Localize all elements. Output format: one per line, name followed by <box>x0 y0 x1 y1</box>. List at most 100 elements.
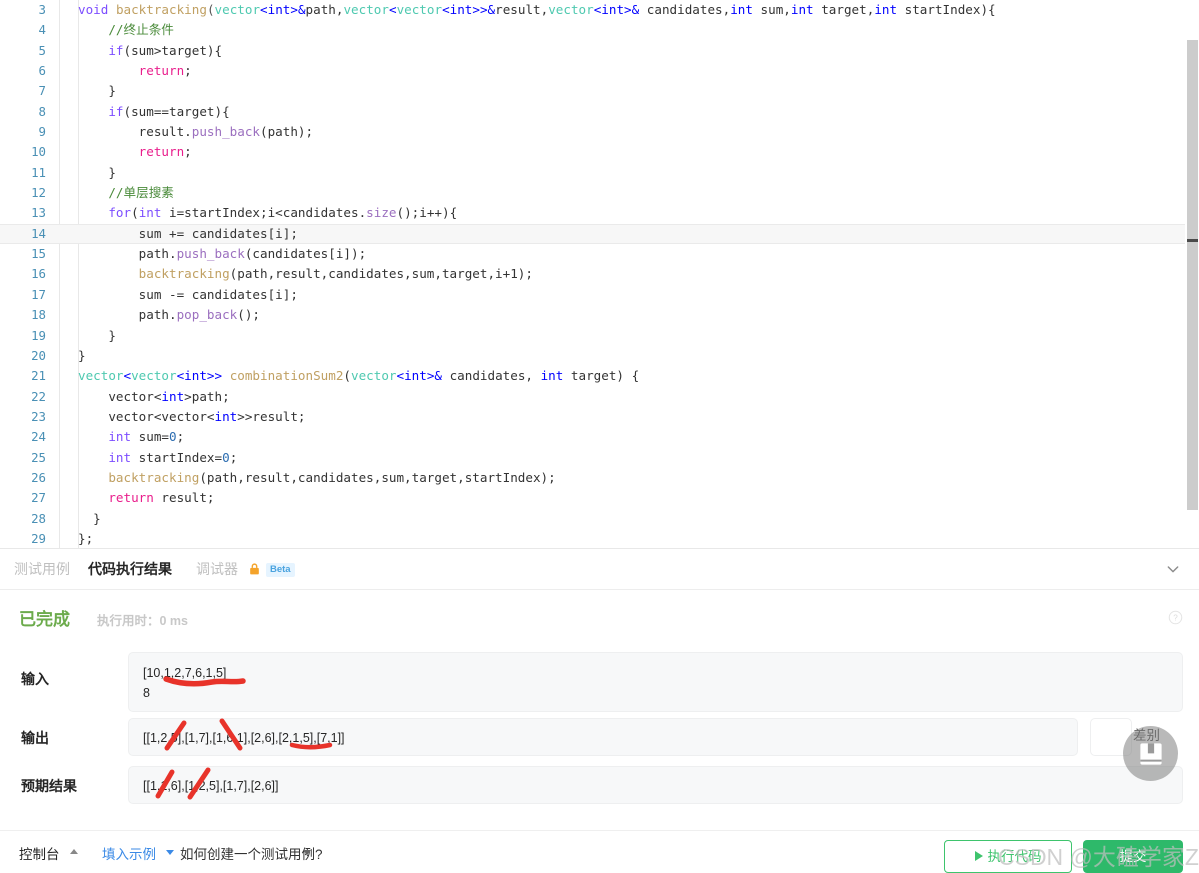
line-content: } <box>108 164 116 180</box>
code-line[interactable]: 25 int startIndex=0; <box>0 448 1185 468</box>
line-number: 6 <box>38 63 46 79</box>
code-line[interactable]: 5 if(sum>target){ <box>0 41 1185 61</box>
code-line[interactable]: 15 path.push_back(candidates[i]); <box>0 244 1185 264</box>
line-content: if(sum==target){ <box>108 103 230 119</box>
line-number: 20 <box>31 347 46 363</box>
save-badge-overlay[interactable] <box>1123 726 1178 781</box>
code-line[interactable]: 9 result.push_back(path); <box>0 122 1185 142</box>
line-content: backtracking(path,result,candidates,sum,… <box>138 266 533 282</box>
line-content: void backtracking(vector<int>&path,vecto… <box>78 2 996 17</box>
line-number: 14 <box>31 225 46 241</box>
code-line[interactable]: 8 if(sum==target){ <box>0 102 1185 122</box>
input-value-box[interactable]: [10,1,2,7,6,1,5] 8 <box>128 652 1183 712</box>
caret-up-icon[interactable] <box>70 849 78 854</box>
line-content: }; <box>78 530 94 546</box>
code-line[interactable]: 23 vector<vector<int>>result; <box>0 407 1185 427</box>
fill-example-button[interactable]: 填入示例 <box>102 843 156 863</box>
line-content: path.pop_back(); <box>138 307 261 323</box>
lock-icon <box>250 563 259 575</box>
code-line[interactable]: 28 } <box>0 509 1185 529</box>
code-line[interactable]: 7 } <box>0 81 1185 101</box>
code-line[interactable]: 10 return; <box>0 142 1185 162</box>
line-content: sum += candidates[i]; <box>138 225 298 241</box>
chevron-down-icon-fill[interactable] <box>166 850 174 855</box>
line-number: 24 <box>31 429 46 445</box>
line-number: 4 <box>38 22 46 38</box>
line-number: 13 <box>31 205 46 221</box>
line-number: 19 <box>31 327 46 343</box>
line-content: return result; <box>108 490 215 506</box>
code-line[interactable]: 16 backtracking(path,result,candidates,s… <box>0 264 1185 284</box>
line-number: 29 <box>31 530 46 546</box>
line-content: result.push_back(path); <box>138 124 314 140</box>
line-number: 7 <box>38 83 46 99</box>
line-number: 15 <box>31 246 46 262</box>
code-line[interactable]: 27 return result; <box>0 488 1185 508</box>
code-line[interactable]: 17 sum -= candidates[i]; <box>0 285 1185 305</box>
line-number: 9 <box>38 124 46 140</box>
code-line[interactable]: 24 int sum=0; <box>0 427 1185 447</box>
line-number: 12 <box>31 185 46 201</box>
line-content: for(int i=startIndex;i<candidates.size()… <box>108 205 458 221</box>
line-content: path.push_back(candidates[i]); <box>138 246 367 262</box>
console-toggle[interactable]: 控制台 <box>19 843 60 863</box>
code-line[interactable]: 22 vector<int>path; <box>0 387 1185 407</box>
scrollbar-position-marker <box>1187 239 1198 242</box>
line-number: 16 <box>31 266 46 282</box>
line-content: int sum=0; <box>108 429 185 445</box>
beta-badge: Beta <box>266 563 295 577</box>
line-content: } <box>93 510 101 526</box>
code-line[interactable]: 26 backtracking(path,result,candidates,s… <box>0 468 1185 488</box>
submit-button[interactable]: 提交 <box>1083 840 1183 873</box>
code-line-current[interactable]: 14 sum += candidates[i]; <box>0 223 1185 245</box>
expected-label: 预期结果 <box>21 778 77 794</box>
scrollbar-thumb[interactable] <box>1187 40 1198 510</box>
code-line[interactable]: 3 void backtracking(vector<int>&path,vect… <box>0 0 1185 20</box>
code-line[interactable]: 20} <box>0 346 1185 366</box>
help-circle-icon[interactable]: ? <box>1168 610 1183 625</box>
line-number: 11 <box>31 164 46 180</box>
chevron-down-icon-howto[interactable] <box>303 850 311 855</box>
output-label: 输出 <box>21 730 49 746</box>
tab-testcase[interactable]: 测试用例 <box>14 549 70 590</box>
line-content: return; <box>138 144 192 160</box>
code-line[interactable]: 19 } <box>0 326 1185 346</box>
howto-create-testcase-link[interactable]: 如何创建一个测试用例? <box>180 843 323 863</box>
code-line[interactable]: 29}; <box>0 529 1185 548</box>
expected-value-box[interactable]: [[1,1,6],[1,2,5],[1,7],[2,6]] <box>128 766 1183 804</box>
code-line[interactable]: 18 path.pop_back(); <box>0 305 1185 325</box>
editor-vertical-scrollbar[interactable] <box>1185 0 1199 548</box>
line-number: 28 <box>31 510 46 526</box>
output-value-box[interactable]: [[1,2,5],[1,7],[1,6,1],[2,6],[2,1,5],[7,… <box>128 718 1078 756</box>
line-number: 3 <box>38 2 46 17</box>
run-code-label: 执行代码 <box>987 849 1042 864</box>
line-number: 8 <box>38 103 46 119</box>
code-line[interactable]: 4 //终止条件 <box>0 20 1185 40</box>
line-content: sum -= candidates[i]; <box>138 286 298 302</box>
play-icon <box>974 851 983 862</box>
tab-debugger[interactable]: 调试器 <box>196 549 238 590</box>
runtime-label: 执行用时：0 ms <box>97 614 188 628</box>
line-number: 26 <box>31 469 46 485</box>
code-line[interactable]: 21 vector<vector<int>> combinationSum2(ve… <box>0 366 1185 386</box>
input-label: 输入 <box>21 671 49 687</box>
tab-code-result[interactable]: 代码执行结果 <box>88 549 172 590</box>
line-number: 23 <box>31 408 46 424</box>
status-row: 已完成 执行用时：0 ms ? <box>0 608 1199 634</box>
run-code-button[interactable]: 执行代码 <box>944 840 1072 873</box>
code-scroll-area[interactable]: 3 void backtracking(vector<int>&path,vect… <box>0 0 1185 548</box>
code-line[interactable]: 6 return; <box>0 61 1185 81</box>
line-content: if(sum>target){ <box>108 42 223 58</box>
panel-tabbar: 测试用例 代码执行结果 调试器 Beta <box>0 548 1199 590</box>
code-line[interactable]: 12 //单层搜素 <box>0 183 1185 203</box>
chevron-down-icon[interactable] <box>1165 561 1181 577</box>
line-number: 21 <box>31 368 46 384</box>
code-line[interactable]: 13 for(int i=startIndex;i<candidates.siz… <box>0 203 1185 223</box>
line-content: backtracking(path,result,candidates,sum,… <box>108 469 556 485</box>
code-line[interactable]: 11 } <box>0 163 1185 183</box>
line-content: //单层搜素 <box>108 185 174 201</box>
line-number: 22 <box>31 388 46 404</box>
svg-text:?: ? <box>1173 614 1178 623</box>
code-editor[interactable]: 3 void backtracking(vector<int>&path,vect… <box>0 0 1199 548</box>
line-number: 18 <box>31 307 46 323</box>
